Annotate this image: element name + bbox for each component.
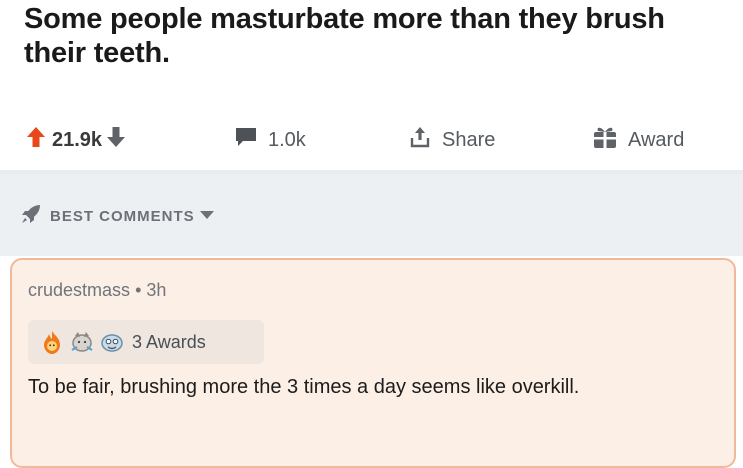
comment-body: To be fair, brushing more the 3 times a …: [28, 376, 580, 398]
meta-separator: •: [135, 280, 142, 300]
comment-count: 1.0k: [268, 128, 306, 151]
comments-button[interactable]: 1.0k: [234, 126, 306, 154]
awards-pill[interactable]: 3 Awards: [28, 320, 264, 364]
caret-down-icon: [199, 208, 215, 225]
upvote-count: 21.9k: [52, 128, 103, 151]
comment-sort-bar: BEST COMMENTS: [0, 174, 743, 256]
share-icon: [408, 125, 432, 155]
helpful-award-icon: [98, 328, 128, 356]
down-arrow-icon[interactable]: [106, 126, 126, 154]
vote-controls: 21.9k: [26, 126, 126, 154]
post-action-bar: 21.9k 1.0k Share Award: [0, 108, 743, 168]
comment-card: crudestmass • 3h 3 Awards To be fair, br…: [10, 258, 736, 468]
post-title: Some people masturbate more than they br…: [24, 3, 665, 69]
share-button[interactable]: Share: [408, 126, 495, 154]
comment-author[interactable]: crudestmass: [28, 280, 130, 300]
comment-age: 3h: [146, 280, 167, 300]
sort-dropdown[interactable]: BEST COMMENTS: [20, 204, 215, 228]
share-label: Share: [442, 128, 496, 151]
award-label: Award: [628, 128, 685, 151]
award-button[interactable]: Award: [592, 126, 684, 154]
sort-label: BEST COMMENTS: [50, 207, 195, 225]
comment-bubble-icon: [234, 126, 258, 154]
wholesome-award-icon: [68, 328, 98, 356]
up-arrow-icon[interactable]: [26, 126, 46, 154]
rocket-icon: [20, 203, 42, 229]
awards-count: 3 Awards: [132, 331, 206, 352]
fire-award-icon: [38, 328, 68, 356]
comment-meta: crudestmass • 3h: [28, 280, 166, 301]
gift-icon: [592, 124, 618, 156]
